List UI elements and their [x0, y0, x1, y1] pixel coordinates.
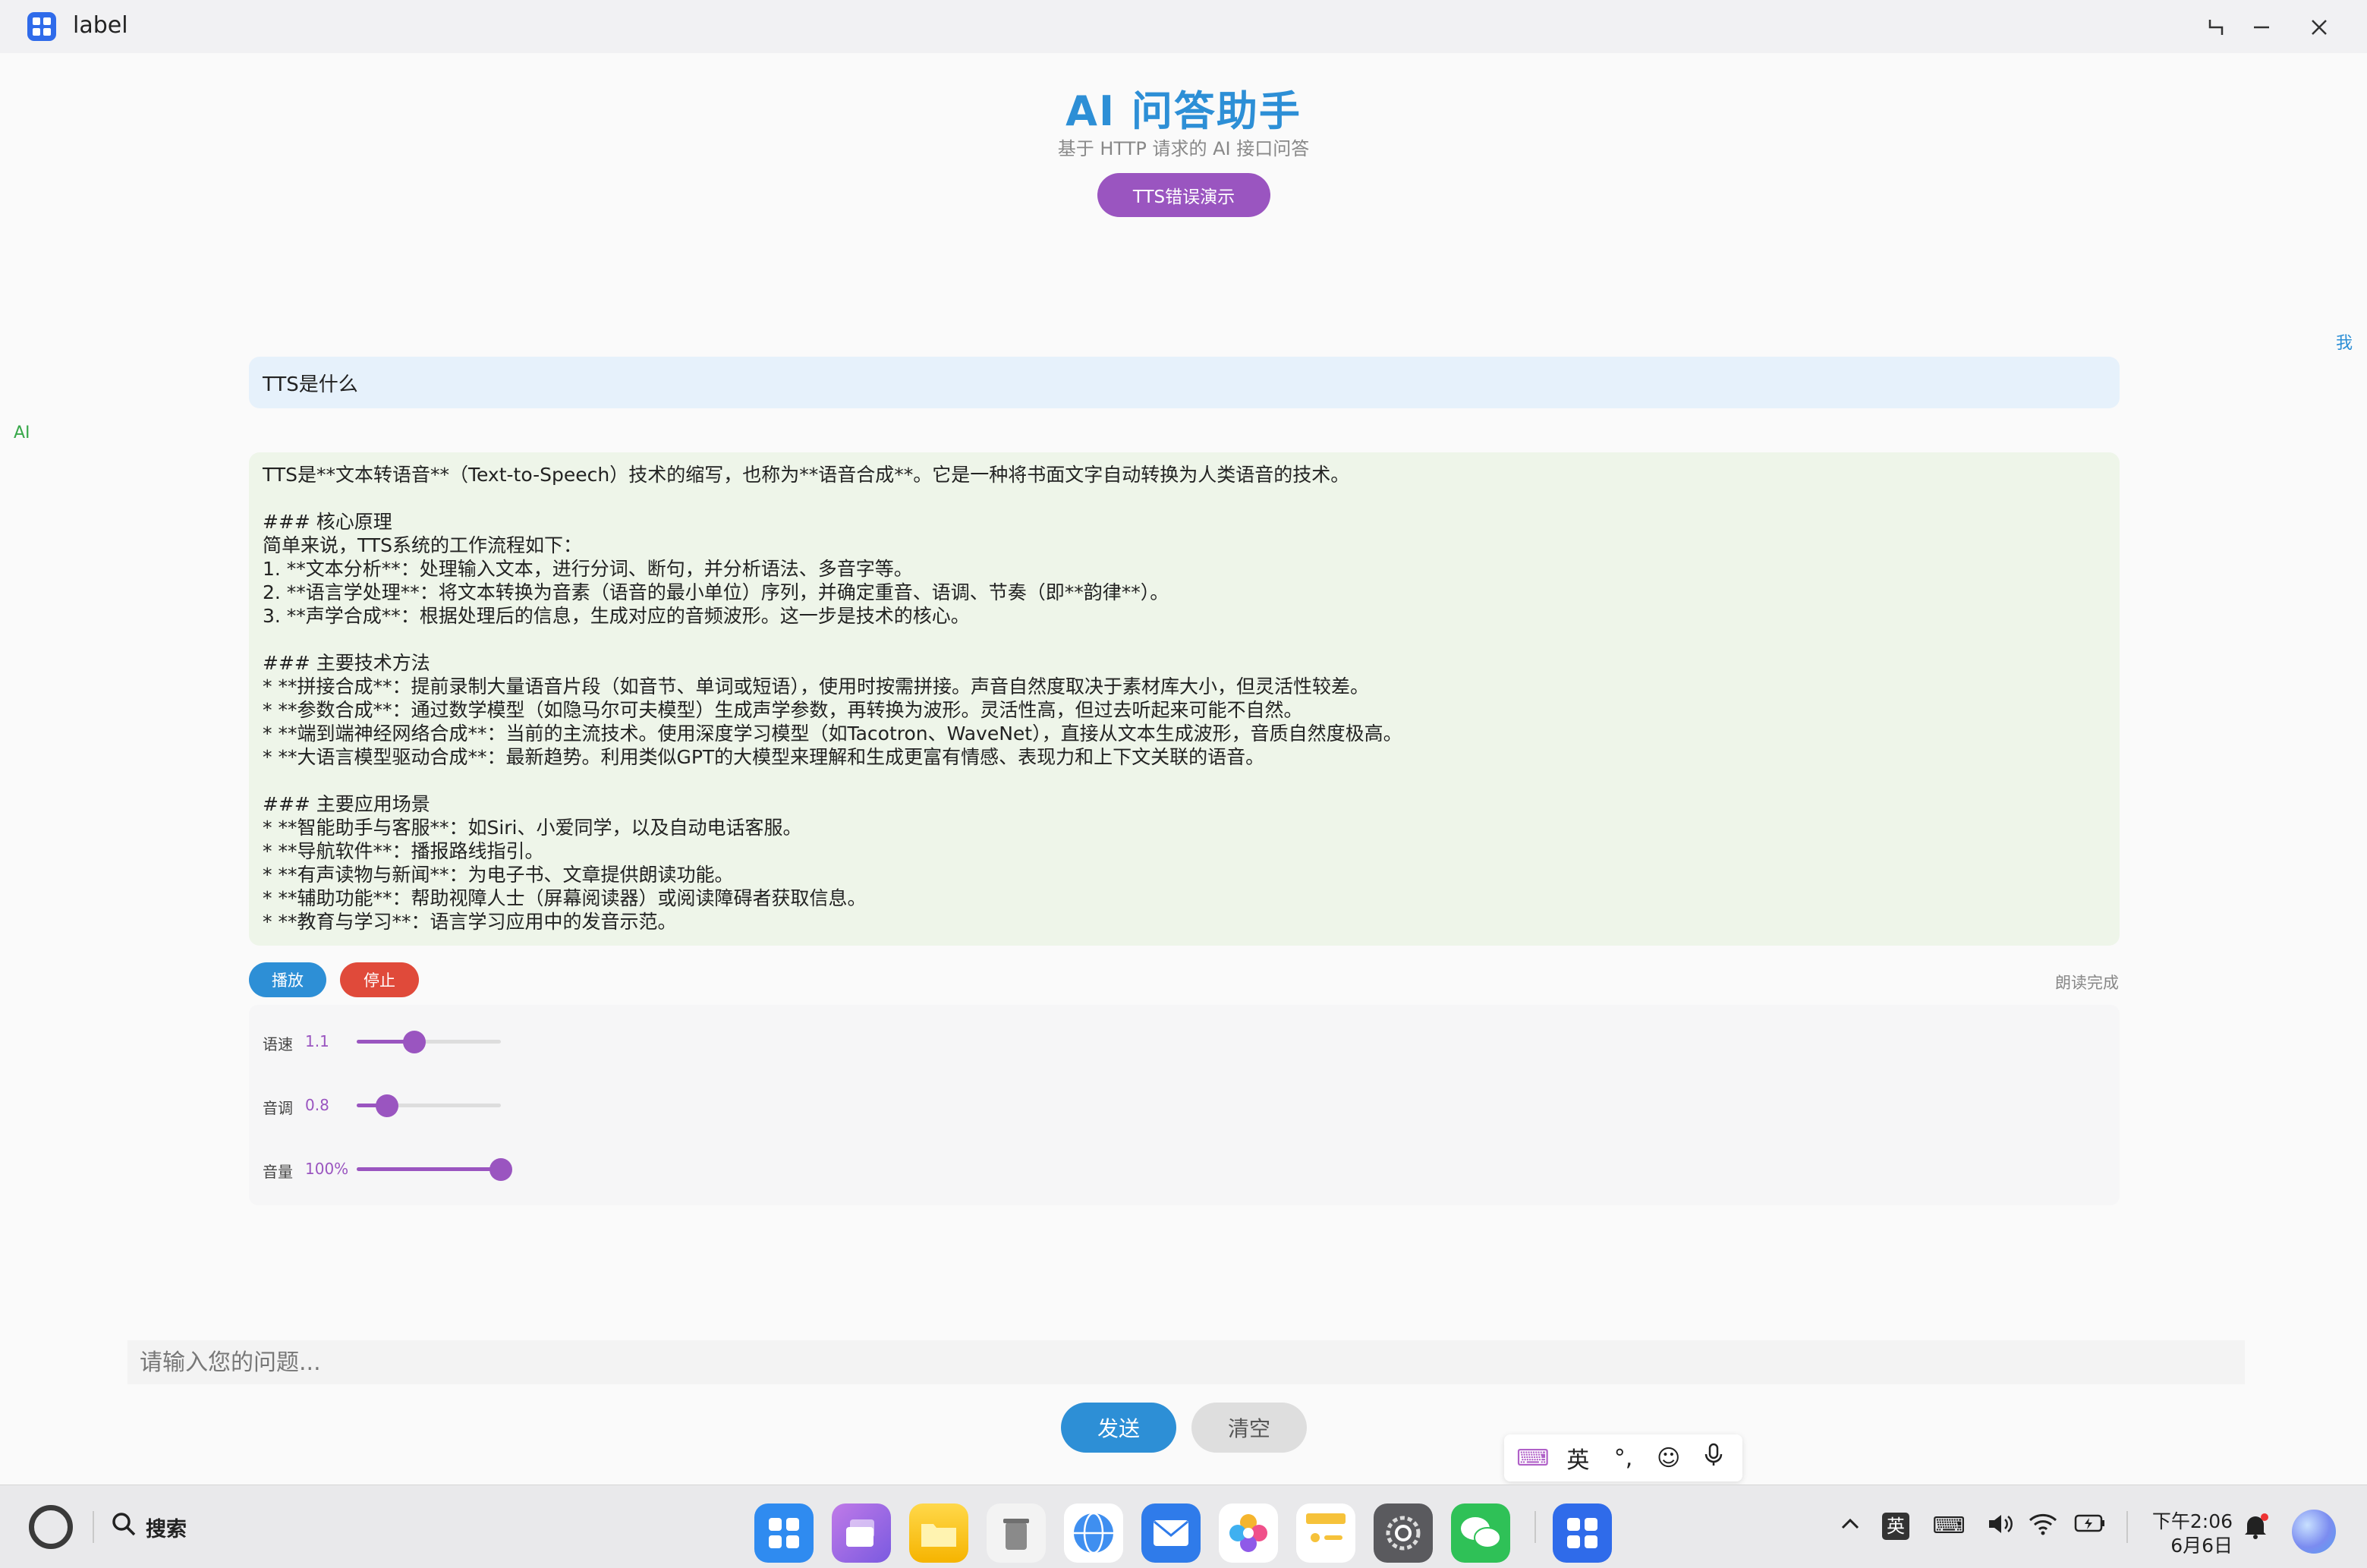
volume-icon[interactable] [1984, 1513, 2017, 1541]
clock-date: 6月6日 [2170, 1535, 2233, 1557]
user-role-label: 我 [2336, 334, 2353, 353]
ai-message-line: 2. **语言学处理**：将文本转换为音素（语音的最小单位）序列，并确定重音、语… [263, 581, 1169, 603]
volume-label: 音量 [263, 1163, 293, 1181]
tts-error-demo-button[interactable]: TTS错误演示 [1097, 173, 1270, 217]
pitch-slider-thumb[interactable] [375, 1094, 398, 1117]
ime-toolbar: ⌨ 英 °, ☺ [1504, 1434, 1742, 1481]
ai-message-line: 简单来说，TTS系统的工作流程如下： [263, 534, 582, 556]
browser-icon[interactable] [1064, 1503, 1123, 1563]
punctuation-icon[interactable]: °, [1604, 1445, 1642, 1472]
ai-message-line: * **智能助手与客服**：如Siri、小爱同学，以及自动电话客服。 [263, 817, 802, 839]
volume-slider-thumb[interactable] [489, 1158, 512, 1181]
pitch-label: 音调 [263, 1099, 293, 1117]
ai-message-line: 3. **声学合成**：根据处理后的信息，生成对应的音频波形。这一步是技术的核心… [263, 605, 970, 627]
send-button[interactable]: 发送 [1061, 1403, 1176, 1453]
pitch-control: 音调 0.8 [263, 1090, 566, 1120]
minimize-icon[interactable] [2245, 11, 2278, 44]
taskbar-divider [2126, 1511, 2128, 1543]
multitask-icon[interactable] [832, 1503, 891, 1563]
emoji-icon[interactable]: ☺ [1650, 1445, 1688, 1472]
ai-message-line: * **辅助功能**：帮助视障人士（屏幕阅读器）或阅读障碍者获取信息。 [263, 887, 867, 909]
close-icon[interactable] [2302, 11, 2336, 44]
ai-message-line [263, 628, 2106, 651]
volume-control: 音量 100% [263, 1154, 566, 1184]
launcher-icon[interactable] [754, 1503, 814, 1563]
search-label: 搜索 [146, 1517, 187, 1541]
ai-message-line: * **拼接合成**：提前录制大量语音片段（如音节、单词或短语），使用时按需拼接… [263, 675, 1369, 697]
label-app-icon[interactable] [1553, 1503, 1612, 1563]
ai-role-label: AI [14, 423, 30, 442]
ai-message-line [263, 486, 2106, 510]
keyboard-tray-icon[interactable]: ⌨ [1932, 1513, 1966, 1539]
pitch-value: 0.8 [305, 1096, 329, 1114]
stop-button[interactable]: 停止 [340, 962, 419, 997]
microphone-icon[interactable] [1695, 1443, 1733, 1473]
battery-icon[interactable] [2073, 1513, 2107, 1540]
taskbar-divider [93, 1511, 94, 1543]
ai-message-line: ### 主要技术方法 [263, 652, 430, 674]
chevron-up-icon[interactable] [1833, 1513, 1867, 1541]
taskbar-divider [1534, 1511, 1536, 1543]
tray-ime-indicator[interactable]: 英 [1882, 1513, 1909, 1540]
ai-message-line: * **大语言模型驱动合成**：最新趋势。利用类似GPT的大模型来理解和生成更富… [263, 746, 1265, 768]
ai-message-line: * **导航软件**：播报路线指引。 [263, 840, 544, 862]
ai-message-line: ### 主要应用场景 [263, 793, 430, 815]
photos-icon[interactable] [1219, 1503, 1278, 1563]
wifi-icon[interactable] [2026, 1513, 2060, 1541]
ai-message-line: TTS是**文本转语音**（Text-to-Speech）技术的缩写，也称为**… [263, 464, 1350, 486]
page-title: AI 问答助手 [1065, 87, 1302, 135]
window-title: label [73, 12, 128, 39]
rate-slider-thumb[interactable] [403, 1031, 426, 1053]
ai-message-line: 1. **文本分析**：处理输入文本，进行分词、断句，并分析语法、多音字等。 [263, 558, 913, 580]
ime-mode-toggle[interactable]: 英 [1559, 1441, 1597, 1475]
volume-slider[interactable] [357, 1158, 512, 1181]
user-message-bubble: TTS是什么 [249, 357, 2120, 408]
ai-message-line: * **端到端神经网络合成**：当前的主流技术。使用深度学习模型（如Tacotr… [263, 723, 1402, 745]
start-button[interactable] [29, 1505, 73, 1549]
trash-icon[interactable] [987, 1503, 1046, 1563]
wechat-icon[interactable] [1451, 1503, 1510, 1563]
ai-message-line: * **有声读物与新闻**：为电子书、文章提供朗读功能。 [263, 864, 734, 886]
assistant-orb-icon[interactable] [2292, 1510, 2336, 1554]
play-button[interactable]: 播放 [249, 962, 326, 997]
ai-message-line [263, 769, 2106, 792]
keyboard-icon[interactable]: ⌨ [1514, 1445, 1552, 1472]
question-input[interactable] [127, 1340, 2245, 1384]
rate-value: 1.1 [305, 1032, 329, 1050]
taskbar-search[interactable]: 搜索 [111, 1508, 187, 1546]
page-subtitle: 基于 HTTP 请求的 AI 接口问答 [1057, 138, 1310, 159]
files-icon[interactable] [909, 1503, 968, 1563]
ai-message-line: ### 核心原理 [263, 511, 392, 533]
rate-control: 语速 1.1 [263, 1026, 566, 1056]
rate-label: 语速 [263, 1035, 293, 1053]
notes-icon[interactable] [1296, 1503, 1355, 1563]
voice-controls-panel: 语速 1.1 音调 0.8 音量 100% [249, 1005, 2120, 1205]
system-clock[interactable]: 下午2:06 6月6日 [2142, 1510, 2233, 1558]
restore-icon[interactable] [2199, 11, 2233, 44]
clock-time: 下午2:06 [2151, 1510, 2233, 1532]
settings-icon[interactable] [1374, 1503, 1433, 1563]
read-status-text: 朗读完成 [2055, 974, 2119, 992]
ai-message-line: * **教育与学习**：语言学习应用中的发音示范。 [263, 911, 677, 933]
volume-slider-fill [357, 1167, 501, 1171]
ai-message-line: * **参数合成**：通过数学模型（如隐马尔可夫模型）生成声学参数，再转换为波形… [263, 699, 1303, 721]
volume-value: 100% [305, 1160, 349, 1178]
ai-message-bubble: TTS是**文本转语音**（Text-to-Speech）技术的缩写，也称为**… [249, 452, 2120, 946]
pitch-slider[interactable] [357, 1094, 501, 1117]
taskbar: 搜索 英 ⌨ 下午2:06 6月6日 [0, 1485, 2367, 1568]
search-icon [111, 1511, 137, 1543]
rate-slider[interactable] [357, 1031, 501, 1053]
window-titlebar: label [0, 0, 2367, 53]
clear-button[interactable]: 清空 [1191, 1403, 1307, 1453]
app-logo-icon [27, 12, 56, 41]
mail-icon[interactable] [1141, 1503, 1201, 1563]
notification-bell-icon[interactable] [2239, 1513, 2272, 1546]
